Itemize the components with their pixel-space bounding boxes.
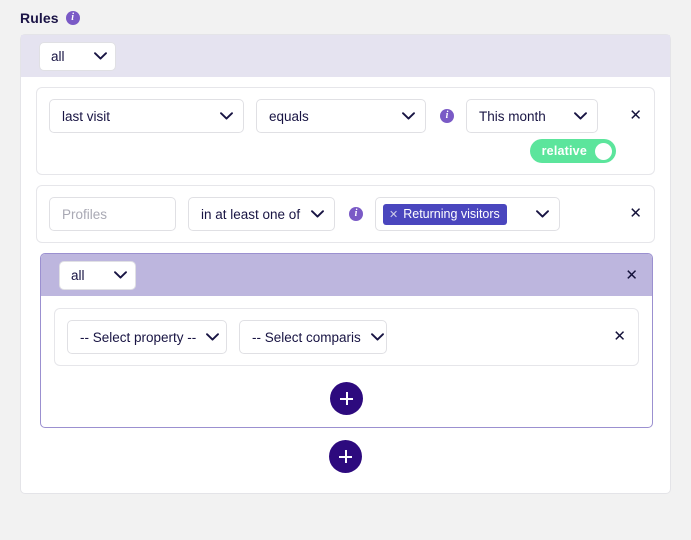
selected-chip[interactable]: ✕ Returning visitors <box>383 203 507 225</box>
rule-property-select[interactable]: last visit <box>49 99 244 133</box>
root-group-body: last visit equals i This month relative … <box>21 77 670 493</box>
root-group-header: all <box>21 35 670 77</box>
remove-group-button[interactable]: ✕ <box>625 267 638 283</box>
info-icon[interactable]: i <box>440 109 454 123</box>
chevron-down-icon <box>206 333 220 341</box>
rule-property-label: last visit <box>62 108 111 124</box>
rule-value-label: This month <box>479 108 546 124</box>
root-group-match-label: all <box>51 48 65 64</box>
rules-panel: all last visit equals i This month relat… <box>20 34 671 494</box>
root-group-match-select[interactable]: all <box>39 41 116 71</box>
rule-row-controls: -- Select property -- -- Select comparis <box>67 320 638 354</box>
plus-icon <box>339 450 352 463</box>
info-icon[interactable]: i <box>349 207 363 221</box>
profiles-input[interactable] <box>49 197 176 231</box>
add-rule-button[interactable] <box>329 440 362 473</box>
chevron-down-icon <box>220 112 233 120</box>
root-add-rule-row <box>36 428 655 479</box>
nested-group-body: -- Select property -- -- Select comparis <box>41 296 652 427</box>
rule-comparison-label: -- Select comparis <box>252 329 361 345</box>
rule-row: -- Select property -- -- Select comparis <box>54 308 639 366</box>
rule-row-controls: last visit equals i This month <box>49 99 654 133</box>
rule-property-select[interactable]: -- Select property -- <box>67 320 227 354</box>
add-rule-button[interactable] <box>330 382 363 415</box>
rule-row: in at least one of i ✕ Returning visitor… <box>36 185 655 243</box>
rule-comparison-select[interactable]: in at least one of <box>188 197 335 231</box>
rule-row-controls: in at least one of i ✕ Returning visitor… <box>49 197 654 231</box>
chip-remove-icon[interactable]: ✕ <box>389 209 398 220</box>
rule-value-select[interactable]: This month <box>466 99 598 133</box>
plus-icon <box>340 392 353 405</box>
nested-group-match-select[interactable]: all <box>59 260 136 290</box>
chevron-down-icon <box>94 52 107 60</box>
nested-rule-group: all ✕ -- Select property -- -- Select co… <box>40 253 653 428</box>
nested-group-header: all ✕ <box>41 254 652 296</box>
relative-toggle[interactable]: relative <box>529 139 616 163</box>
remove-rule-button[interactable]: ✕ <box>629 108 642 123</box>
chevron-down-icon <box>370 333 384 341</box>
chevron-down-icon <box>311 210 324 218</box>
rule-comparison-select[interactable]: -- Select comparis <box>239 320 387 354</box>
rule-comparison-label: in at least one of <box>201 206 301 222</box>
chip-label: Returning visitors <box>403 207 500 221</box>
info-icon[interactable]: i <box>65 11 80 25</box>
rules-header: Rules i <box>0 0 691 29</box>
chevron-down-icon <box>114 271 127 279</box>
rule-row: last visit equals i This month relative … <box>36 87 655 175</box>
chevron-down-icon <box>536 205 549 223</box>
rule-property-label: -- Select property -- <box>80 329 197 345</box>
rule-comparison-label: equals <box>269 108 309 124</box>
toggle-knob <box>595 142 612 160</box>
remove-rule-button[interactable]: ✕ <box>613 329 626 344</box>
nested-add-rule-row <box>54 376 639 415</box>
remove-rule-button[interactable]: ✕ <box>629 206 642 221</box>
page-title: Rules <box>20 10 59 26</box>
chevron-down-icon <box>402 112 415 120</box>
relative-toggle-wrap: relative <box>49 139 654 163</box>
relative-toggle-label: relative <box>541 144 587 158</box>
nested-group-match-label: all <box>71 267 85 283</box>
rule-comparison-select[interactable]: equals <box>256 99 426 133</box>
rule-value-multiselect[interactable]: ✕ Returning visitors <box>375 197 560 231</box>
chevron-down-icon <box>574 112 587 120</box>
